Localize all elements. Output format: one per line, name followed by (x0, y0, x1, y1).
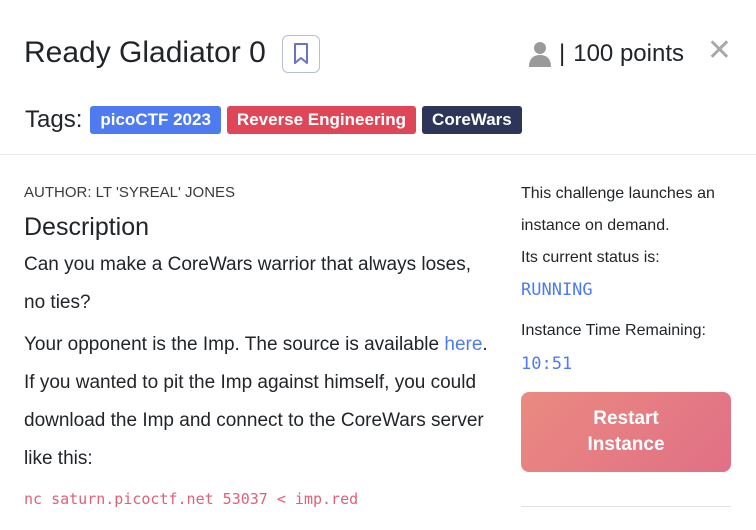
description-paragraph-1: Can you make a CoreWars warrior that alw… (24, 254, 472, 313)
tag-picoctf-2023[interactable]: picoCTF 2023 (90, 106, 221, 134)
challenge-description: AUTHOR: LT 'SYREAL' JONES Description Ca… (24, 180, 494, 508)
close-icon[interactable]: ✕ (707, 36, 732, 66)
instance-launch-text: This challenge launches an instance on d… (521, 185, 715, 234)
tags-label: Tags: (25, 106, 83, 133)
author-line: AUTHOR: LT 'SYREAL' JONES (24, 184, 236, 201)
paragraph-2-prefix: Your opponent is the Imp. The source is … (24, 334, 445, 355)
source-link[interactable]: here (444, 334, 482, 355)
description-heading: Description (24, 213, 150, 241)
time-remaining-value: 10:51 (521, 354, 573, 374)
instance-status-label: Its current status is: (521, 249, 660, 266)
user-icon (529, 42, 551, 67)
instance-status: RUNNING (521, 280, 593, 300)
tags-row: Tags: picoCTF 2023 Reverse Engineering C… (25, 106, 528, 134)
panel-divider (521, 506, 731, 507)
tag-corewars[interactable]: CoreWars (422, 106, 522, 134)
points-separator: | (559, 40, 566, 67)
page-title: Ready Gladiator 0 (24, 36, 266, 69)
challenge-header: Ready Gladiator 0 | 100 points ✕ (24, 26, 732, 86)
points-value: 100 points (573, 40, 684, 67)
time-remaining-label: Instance Time Remaining: (521, 322, 706, 339)
header-divider (0, 154, 756, 155)
instance-panel: This challenge launches an instance on d… (521, 178, 736, 472)
bookmark-button[interactable] (282, 35, 320, 73)
bookmark-icon (294, 43, 308, 64)
points-display: | 100 points (529, 40, 684, 68)
tag-reverse-engineering[interactable]: Reverse Engineering (226, 106, 417, 134)
command-snippet: nc saturn.picoctf.net 53037 < imp.red (24, 490, 359, 508)
restart-instance-button[interactable]: Restart Instance (521, 392, 731, 472)
description-paragraph-2: Your opponent is the Imp. The source is … (24, 326, 494, 478)
